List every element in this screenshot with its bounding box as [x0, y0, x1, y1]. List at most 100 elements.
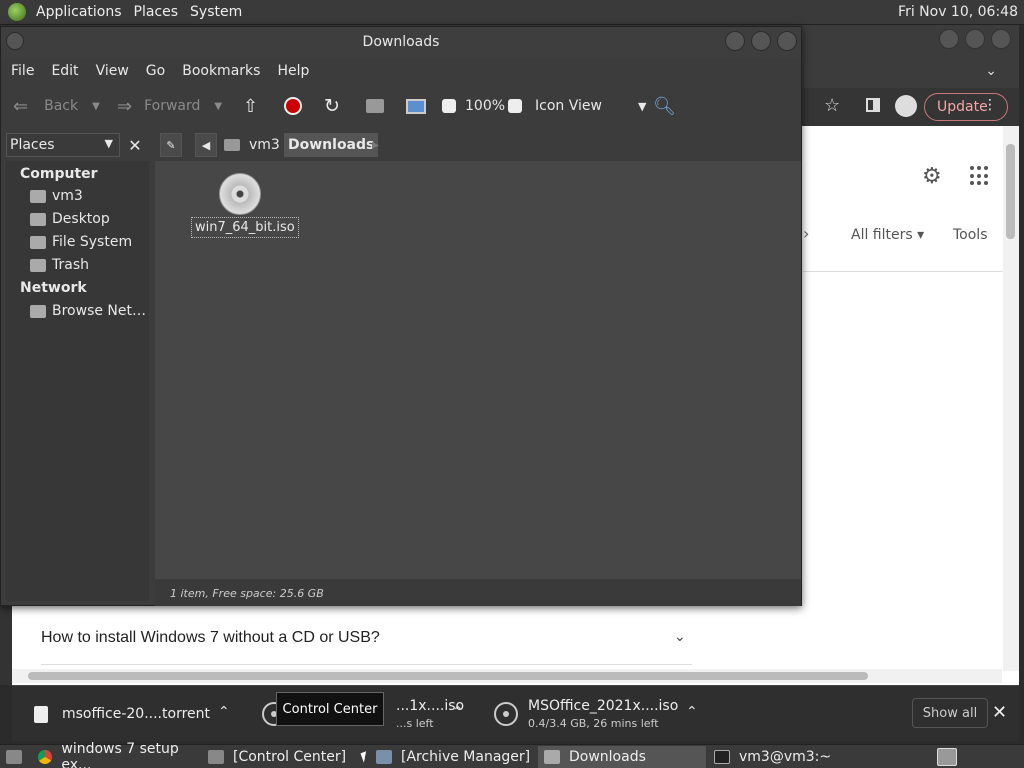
apps-grid-icon[interactable]	[970, 166, 990, 186]
desktop-icon	[6, 750, 22, 764]
all-filters-button[interactable]: All filters ▾	[851, 227, 924, 243]
window-buttons	[725, 31, 797, 51]
minimize-button[interactable]	[939, 29, 959, 49]
back-button[interactable]: ⇐ Back ▼	[13, 85, 100, 127]
show-all-button[interactable]: Show all	[912, 698, 988, 728]
menu-file[interactable]: File	[6, 63, 46, 79]
forward-history-dropdown-icon[interactable]: ▼	[214, 101, 222, 112]
scrollbar-thumb[interactable]	[28, 672, 868, 680]
maximize-button[interactable]	[965, 29, 985, 49]
breadcrumb-downloads[interactable]: Downloads	[284, 133, 379, 157]
file-manager-window: Downloads File Edit View Go Bookmarks He…	[0, 26, 802, 606]
tools-button[interactable]: Tools	[953, 227, 988, 243]
sidebar-item-file-system[interactable]: File System	[30, 234, 132, 250]
file-name[interactable]: win7_64_bit.iso	[191, 217, 299, 238]
close-button[interactable]	[777, 31, 797, 51]
forward-button[interactable]: ⇒ Forward ▼	[117, 85, 222, 127]
update-button[interactable]: Update ⋮	[924, 93, 1008, 121]
computer-icon[interactable]	[406, 85, 426, 127]
download-item[interactable]: msoffice-20....torrent	[34, 686, 210, 742]
close-sidebar-icon[interactable]: ✕	[124, 133, 146, 157]
sidebar-type-select[interactable]: Places ▼	[6, 133, 120, 157]
archive-manager-icon	[376, 750, 392, 764]
download-item[interactable]: MSOffice_2021x....iso 0.4/3.4 GB, 26 min…	[494, 686, 678, 742]
menu-edit[interactable]: Edit	[46, 63, 90, 79]
sidebar-item-desktop[interactable]: Desktop	[30, 211, 110, 227]
clock[interactable]: Fri Nov 10, 06:48	[898, 4, 1018, 20]
task-archive-manager[interactable]: [Archive Manager]	[370, 746, 534, 768]
sidebar-item-label: Trash	[52, 257, 89, 273]
task-control-center[interactable]: [Control Center]	[202, 746, 366, 768]
sidebar-item-trash[interactable]: Trash	[30, 257, 89, 273]
menu-applications[interactable]: Applications	[30, 4, 128, 20]
vertical-scrollbar[interactable]	[1003, 126, 1019, 671]
show-desktop-button[interactable]	[2, 746, 26, 768]
menu-view[interactable]: View	[91, 63, 141, 79]
menu-bookmarks[interactable]: Bookmarks	[177, 63, 272, 79]
sidebar: Computer vm3 Desktop File System Trash N…	[6, 161, 149, 601]
sidebar-item-vm3[interactable]: vm3	[30, 188, 83, 204]
task-label: vm3@vm3:~	[739, 749, 832, 765]
trash-icon	[30, 258, 46, 272]
search-icon[interactable]: 🔍︎	[653, 85, 676, 127]
home-folder-icon	[30, 189, 46, 203]
chevron-right-icon[interactable]: ›	[803, 224, 809, 243]
disc-image-icon[interactable]	[219, 173, 261, 215]
home-folder-icon[interactable]	[366, 85, 384, 127]
zoom-level[interactable]: 100%	[465, 85, 505, 127]
bottom-taskbar: windows 7 setup ex... [Control Center] […	[0, 741, 1024, 768]
sidebar-item-label: Browse Net…	[52, 303, 147, 319]
stop-icon[interactable]	[284, 85, 302, 127]
toolbar: ⇐ Back ▼ ⇒ Forward ▼ ⇧ ↻ 100% Icon View …	[1, 85, 801, 127]
forward-arrow-icon: ⇒	[117, 95, 133, 117]
chevron-down-icon[interactable]: ⌄	[674, 629, 686, 645]
back-history-dropdown-icon[interactable]: ▼	[92, 101, 100, 112]
chevron-up-icon[interactable]: ⌃	[218, 704, 230, 720]
zoom-out-icon[interactable]	[442, 85, 456, 127]
breadcrumb-vm3[interactable]: vm3	[224, 133, 280, 157]
file-icon	[34, 705, 48, 723]
horizontal-scrollbar[interactable]	[12, 669, 1002, 683]
close-icon[interactable]: ✕	[992, 702, 1007, 723]
file-view[interactable]: win7_64_bit.iso	[155, 161, 801, 579]
tab-search-chevron-icon[interactable]: ⌄	[985, 63, 997, 79]
more-menu-icon[interactable]: ⋮	[983, 97, 997, 113]
path-scroll-right-icon[interactable]: ▸	[372, 133, 379, 157]
close-button[interactable]	[991, 29, 1011, 49]
menu-system[interactable]: System	[184, 4, 248, 20]
menu-places[interactable]: Places	[128, 4, 185, 20]
toggle-location-entry-icon[interactable]: ✎	[160, 133, 182, 157]
mate-logo-icon[interactable]	[8, 3, 26, 21]
drive-icon	[30, 235, 46, 249]
window-titlebar[interactable]: Downloads	[1, 27, 801, 57]
settings-gear-icon[interactable]: ⚙	[922, 164, 942, 189]
window-menu-button[interactable]	[6, 32, 24, 50]
minimize-button[interactable]	[725, 31, 745, 51]
task-terminal[interactable]: vm3@vm3:~	[708, 746, 872, 768]
chevron-up-icon[interactable]: ⌃	[452, 704, 464, 720]
scrollbar-thumb[interactable]	[1006, 144, 1015, 239]
download-name: MSOffice_2021x....iso	[528, 698, 679, 714]
maximize-button[interactable]	[751, 31, 771, 51]
menu-go[interactable]: Go	[141, 63, 177, 79]
side-panel-icon[interactable]	[866, 98, 880, 112]
task-downloads[interactable]: Downloads	[538, 746, 706, 768]
up-arrow-icon[interactable]: ⇧	[243, 85, 258, 127]
sidebar-item-browse-network[interactable]: Browse Net…	[30, 303, 146, 319]
terminal-icon	[714, 750, 730, 764]
breadcrumb-label: vm3	[249, 137, 280, 153]
top-panel: Applications Places System Fri Nov 10, 0…	[0, 0, 1024, 25]
task-browser[interactable]: windows 7 setup ex...	[32, 741, 198, 768]
zoom-in-icon[interactable]	[508, 85, 522, 127]
profile-avatar[interactable]	[895, 95, 917, 117]
menubar: File Edit View Go Bookmarks Help	[1, 57, 801, 85]
view-mode-select[interactable]: Icon View ▼	[535, 85, 646, 127]
bookmark-star-icon[interactable]: ☆	[824, 95, 840, 116]
faq-question[interactable]: How to install Windows 7 without a CD or…	[41, 629, 380, 647]
chevron-up-icon[interactable]: ⌃	[686, 704, 698, 720]
workspace-switcher[interactable]	[934, 746, 958, 768]
path-scroll-left-icon[interactable]: ◀	[195, 133, 217, 157]
download-bar: msoffice-20....torrent ⌃ ...1x....iso ..…	[12, 685, 1019, 741]
menu-help[interactable]: Help	[272, 63, 321, 79]
reload-icon[interactable]: ↻	[324, 85, 340, 127]
